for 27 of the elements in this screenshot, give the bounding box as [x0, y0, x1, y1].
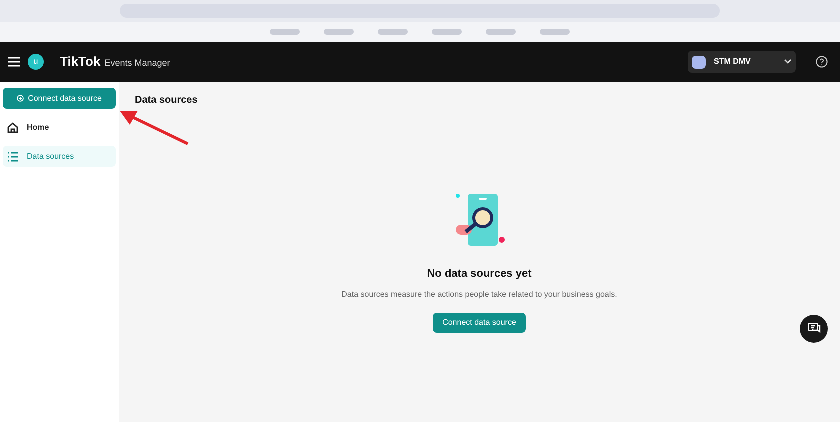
list-icon [7, 150, 19, 162]
sidebar-item[interactable]: Data sources [3, 146, 116, 167]
plus-circle-icon [17, 95, 24, 102]
account-icon [692, 56, 706, 68]
bookmark[interactable] [270, 29, 300, 35]
connect-data-source-button[interactable]: Connect data source [3, 88, 116, 109]
empty-state-title: No data sources yet [427, 267, 532, 282]
chat-button[interactable] [800, 315, 828, 343]
sidebar-item[interactable]: Home [3, 117, 116, 138]
page-title: Data sources [135, 94, 199, 108]
user-avatar[interactable]: u [28, 54, 44, 70]
bookmark[interactable] [432, 29, 462, 35]
home-icon [7, 122, 19, 134]
chat-icon [808, 323, 820, 335]
bookmark[interactable] [324, 29, 354, 35]
bookmark[interactable] [486, 29, 516, 35]
product-name: Events Manager [104, 57, 170, 70]
annotation-arrow [118, 108, 190, 146]
menu-icon[interactable] [8, 57, 20, 67]
bookmark[interactable] [540, 29, 570, 35]
bookmark[interactable] [378, 29, 408, 35]
logo: TikTok [60, 53, 101, 72]
chevron-down-icon [784, 59, 792, 65]
account-selector[interactable]: STM DMV [688, 51, 796, 73]
help-icon[interactable] [816, 56, 828, 68]
empty-state-description: Data sources measure the actions people take related to your business goals. [342, 288, 618, 300]
connect-data-source-button[interactable]: Connect data source [432, 312, 526, 332]
